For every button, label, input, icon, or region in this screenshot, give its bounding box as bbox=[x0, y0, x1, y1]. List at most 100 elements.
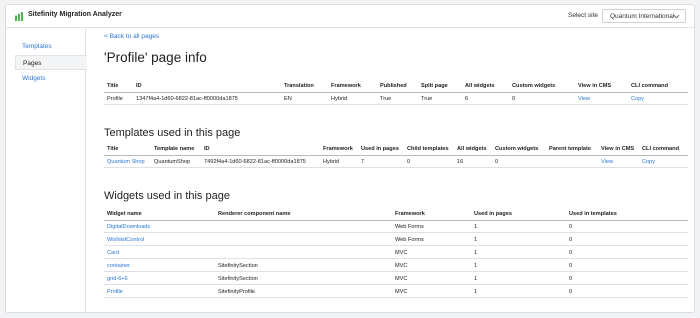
cell-used-in-templates: 0 bbox=[569, 250, 573, 256]
sidebar-item-templates[interactable]: Templates bbox=[15, 39, 87, 54]
table-row: container SitefinitySection MVC 1 0 bbox=[104, 260, 688, 272]
table-row: Profile SitefinityProfile MVC 1 0 bbox=[104, 286, 688, 298]
column-header: All widgets bbox=[465, 83, 495, 89]
cell-all-widgets: 6 bbox=[465, 96, 469, 102]
back-to-pages-link[interactable]: < Back to all pages bbox=[104, 33, 159, 40]
sidebar: Templates Pages Widgets bbox=[6, 28, 87, 312]
templates-section-heading: Templates used in this page bbox=[104, 127, 241, 139]
column-header: Parent template bbox=[549, 146, 591, 152]
widget-name-link[interactable]: WishlistControl bbox=[107, 237, 144, 243]
cell-used-in-templates: 0 bbox=[569, 289, 573, 295]
cell-child-templates: 0 bbox=[407, 159, 411, 165]
table-row: WishlistControl Web Forms 1 0 bbox=[104, 234, 688, 246]
table-row: Card MVC 1 0 bbox=[104, 247, 688, 259]
column-header: CLI command bbox=[642, 146, 679, 152]
table-row: grid-6+6 SitefinitySection MVC 1 0 bbox=[104, 273, 688, 285]
column-header: Title bbox=[107, 146, 119, 152]
column-header: ID bbox=[136, 83, 142, 89]
column-header: Used in pages bbox=[361, 146, 399, 152]
cell-id: 1347f4a4-1d60-6822-81ac-ff0000da1875 bbox=[136, 96, 238, 102]
column-header: Template name bbox=[154, 146, 195, 152]
column-header: All widgets bbox=[457, 146, 487, 152]
column-header: Split page bbox=[421, 83, 448, 89]
widget-name-link[interactable]: grid-6+6 bbox=[107, 276, 128, 282]
cell-id: 7492f4a4-1d60-6822-81ac-ff0000da1875 bbox=[204, 159, 306, 165]
table-header-row: Title Template name ID Framework Used in… bbox=[104, 144, 688, 156]
column-header: View in CMS bbox=[578, 83, 612, 89]
cell-renderer: SitefinitySection bbox=[218, 276, 258, 282]
cell-title: Profile bbox=[107, 96, 123, 102]
column-header: Published bbox=[380, 83, 407, 89]
cell-renderer: SitefinityProfile bbox=[218, 289, 255, 295]
column-header: CLI command bbox=[631, 83, 668, 89]
widget-name-link[interactable]: Profile bbox=[107, 289, 123, 295]
cell-renderer: SitefinitySection bbox=[218, 263, 258, 269]
column-header: Renderer component name bbox=[218, 211, 291, 217]
widget-name-link[interactable]: container bbox=[107, 263, 130, 269]
widget-name-link[interactable]: DigitalDownloads bbox=[107, 224, 150, 230]
table-row: Quantum Shop QuantumShop 7492f4a4-1d60-6… bbox=[104, 156, 688, 168]
cell-used-in-templates: 0 bbox=[569, 276, 573, 282]
column-header: Framework bbox=[331, 83, 361, 89]
cell-used-in-pages: 1 bbox=[474, 289, 478, 295]
cell-used-in-templates: 0 bbox=[569, 237, 573, 243]
cell-framework: Hybrid bbox=[331, 96, 348, 102]
cell-used-in-pages: 1 bbox=[474, 263, 478, 269]
column-header: Framework bbox=[395, 211, 425, 217]
app-window: Sitefinity Migration Analyzer Select sit… bbox=[5, 4, 695, 313]
widgets-section-heading: Widgets used in this page bbox=[104, 190, 230, 202]
widget-name-link[interactable]: Card bbox=[107, 250, 119, 256]
template-title-link[interactable]: Quantum Shop bbox=[107, 159, 145, 165]
cell-translation: EN bbox=[284, 96, 292, 102]
cell-framework: MVC bbox=[395, 276, 408, 282]
cell-framework: Web Forms bbox=[395, 237, 424, 243]
cell-all-widgets: 16 bbox=[457, 159, 464, 165]
cell-framework: MVC bbox=[395, 289, 408, 295]
cell-framework: MVC bbox=[395, 263, 408, 269]
column-header: Child templates bbox=[407, 146, 449, 152]
site-select[interactable]: Quantum International bbox=[602, 9, 686, 23]
cell-used-in-pages: 1 bbox=[474, 237, 478, 243]
cell-framework: MVC bbox=[395, 250, 408, 256]
table-header-row: Widget name Renderer component name Fram… bbox=[104, 209, 688, 221]
column-header: ID bbox=[204, 146, 210, 152]
cell-split-page: True bbox=[421, 96, 433, 102]
column-header: Framework bbox=[323, 146, 353, 152]
cell-published: True bbox=[380, 96, 392, 102]
copy-cli-command-link[interactable]: Copy bbox=[631, 96, 644, 102]
table-header-row: Title ID Translation Framework Published… bbox=[104, 81, 688, 93]
sitefinity-logo-icon bbox=[15, 12, 23, 21]
sidebar-item-widgets[interactable]: Widgets bbox=[15, 71, 87, 86]
column-header: Custom widgets bbox=[512, 83, 556, 89]
cell-used-in-pages: 7 bbox=[361, 159, 365, 165]
cell-template-name: QuantumShop bbox=[154, 159, 191, 165]
column-header: Used in templates bbox=[569, 211, 617, 217]
column-header: Title bbox=[107, 83, 119, 89]
cell-used-in-templates: 0 bbox=[569, 224, 573, 230]
page-title: 'Profile' page info bbox=[104, 50, 207, 65]
column-header: Translation bbox=[284, 83, 314, 89]
cell-framework: Web Forms bbox=[395, 224, 424, 230]
view-in-cms-link[interactable]: View bbox=[601, 159, 613, 165]
cell-framework: Hybrid bbox=[323, 159, 340, 165]
cell-custom-widgets: 0 bbox=[512, 96, 516, 102]
cell-used-in-pages: 1 bbox=[474, 224, 478, 230]
cell-used-in-pages: 1 bbox=[474, 250, 478, 256]
column-header: Used in pages bbox=[474, 211, 512, 217]
sidebar-item-pages[interactable]: Pages bbox=[15, 55, 87, 70]
site-select-value: Quantum International bbox=[610, 13, 675, 20]
cell-used-in-templates: 0 bbox=[569, 263, 573, 269]
view-in-cms-link[interactable]: View bbox=[578, 96, 590, 102]
table-row: DigitalDownloads Web Forms 1 0 bbox=[104, 221, 688, 233]
chevron-down-icon bbox=[673, 14, 680, 19]
column-header: View in CMS bbox=[601, 146, 635, 152]
column-header: Custom widgets bbox=[495, 146, 539, 152]
top-bar: Sitefinity Migration Analyzer Select sit… bbox=[6, 5, 694, 28]
select-site-label: Select site bbox=[568, 12, 598, 19]
table-row: Profile 1347f4a4-1d60-6822-81ac-ff0000da… bbox=[104, 93, 688, 105]
copy-cli-command-link[interactable]: Copy bbox=[642, 159, 655, 165]
cell-custom-widgets: 0 bbox=[495, 159, 499, 165]
app-title: Sitefinity Migration Analyzer bbox=[28, 11, 122, 18]
cell-used-in-pages: 1 bbox=[474, 276, 478, 282]
column-header: Widget name bbox=[107, 211, 142, 217]
